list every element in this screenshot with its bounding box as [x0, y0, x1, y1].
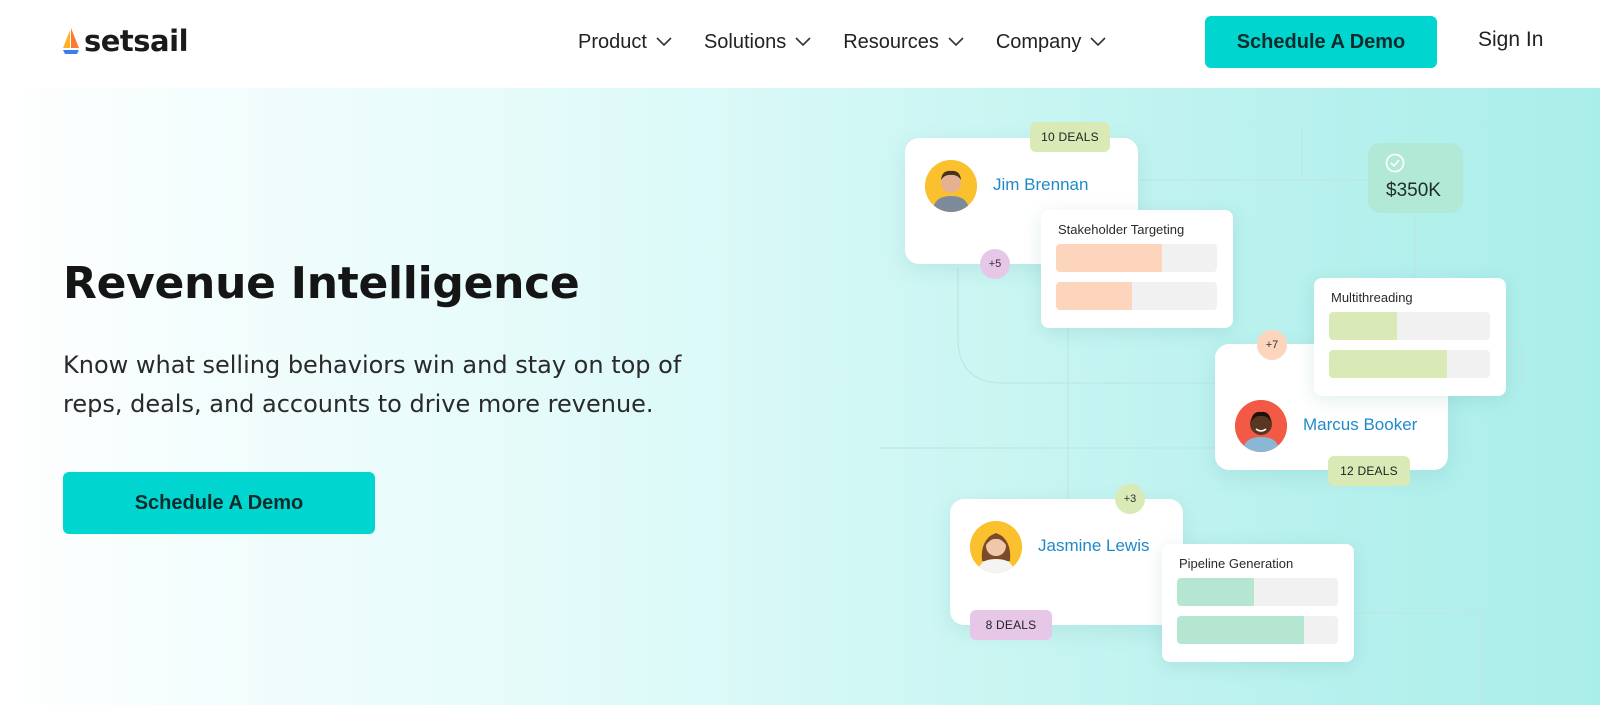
person-name-marcus: Marcus Booker — [1303, 415, 1418, 434]
pipeline-bar-2 — [1177, 616, 1338, 644]
metric-card-pipeline: Pipeline Generation — [1162, 544, 1354, 662]
chevron-down-icon — [795, 37, 811, 47]
schedule-demo-header-button[interactable]: Schedule A Demo — [1205, 16, 1437, 68]
metric-title-pipeline: Pipeline Generation — [1179, 556, 1294, 571]
person-avatar-icon — [1235, 400, 1287, 452]
metric-title-multithreading: Multithreading — [1331, 290, 1413, 305]
multithreading-bar-2 — [1329, 350, 1490, 378]
stakeholder-bar-2-fill — [1056, 282, 1132, 310]
pipeline-bar-2-fill — [1177, 616, 1305, 644]
metric-card-multithreading: Multithreading — [1314, 278, 1506, 396]
hero-subtitle: Know what selling behaviors win and stay… — [63, 346, 743, 424]
hero-title: Revenue Intelligence — [63, 258, 580, 309]
check-circle-icon — [1385, 153, 1405, 173]
multithreading-bar-1-fill — [1329, 312, 1397, 340]
multithreading-bar-1 — [1329, 312, 1490, 340]
nav-company[interactable]: Company — [996, 28, 1107, 56]
hero-subtitle-line2: reps, deals, and accounts to drive more … — [63, 390, 654, 418]
schedule-demo-hero-button[interactable]: Schedule A Demo — [63, 472, 375, 534]
hero-section: Revenue Intelligence Know what selling b… — [0, 88, 1600, 705]
site-header: setsail Product Solutions Resources Comp… — [0, 0, 1600, 88]
person-avatar-icon — [925, 160, 977, 212]
avatar-jasmine — [970, 521, 1022, 573]
avatar-marcus — [1235, 400, 1287, 452]
person-name-jim: Jim Brennan — [993, 175, 1089, 194]
nav-solutions-label: Solutions — [703, 30, 787, 53]
avatar-jim — [925, 160, 977, 212]
deals-pill-jim: 10 DEALS — [1030, 122, 1110, 152]
pipeline-bar-1-fill — [1177, 578, 1255, 606]
nav-company-label: Company — [995, 30, 1082, 53]
amount-value: $350K — [1386, 180, 1441, 201]
person-name-jasmine: Jasmine Lewis — [1038, 536, 1150, 555]
deals-pill-marcus: 12 DEALS — [1328, 456, 1410, 486]
person-avatar-icon — [970, 521, 1022, 573]
nav-resources-label: Resources — [843, 30, 939, 53]
extra-badge-jim: +5 — [980, 249, 1010, 279]
deals-pill-jasmine: 8 DEALS — [970, 610, 1052, 640]
brand-name: setsail — [84, 24, 189, 58]
extra-badge-jasmine: +3 — [1115, 484, 1145, 514]
main-nav: Product Solutions Resources Company — [578, 28, 1107, 56]
nav-product-label: Product — [578, 30, 647, 53]
chevron-down-icon — [1090, 37, 1107, 47]
person-card-jasmine: Jasmine Lewis — [950, 499, 1183, 625]
multithreading-bar-2-fill — [1329, 350, 1447, 378]
extra-badge-marcus: +7 — [1257, 330, 1287, 360]
metric-title-stakeholder: Stakeholder Targeting — [1058, 222, 1185, 237]
logo[interactable]: setsail — [62, 24, 189, 58]
nav-solutions[interactable]: Solutions — [704, 28, 811, 56]
nav-resources[interactable]: Resources — [843, 28, 964, 56]
sail-logo-icon — [63, 28, 79, 54]
chevron-down-icon — [656, 37, 672, 47]
nav-product[interactable]: Product — [578, 28, 672, 56]
pipeline-bar-1 — [1177, 578, 1338, 606]
chevron-down-icon — [948, 37, 964, 47]
metric-card-stakeholder: Stakeholder Targeting — [1041, 210, 1233, 328]
stakeholder-bar-1 — [1056, 244, 1217, 272]
stakeholder-bar-1-fill — [1056, 244, 1163, 272]
sign-in-link[interactable]: Sign In — [1478, 28, 1543, 52]
stakeholder-bar-2 — [1056, 282, 1217, 310]
hero-subtitle-line1: Know what selling behaviors win and stay… — [63, 351, 682, 379]
amount-card: $350K — [1368, 143, 1463, 213]
